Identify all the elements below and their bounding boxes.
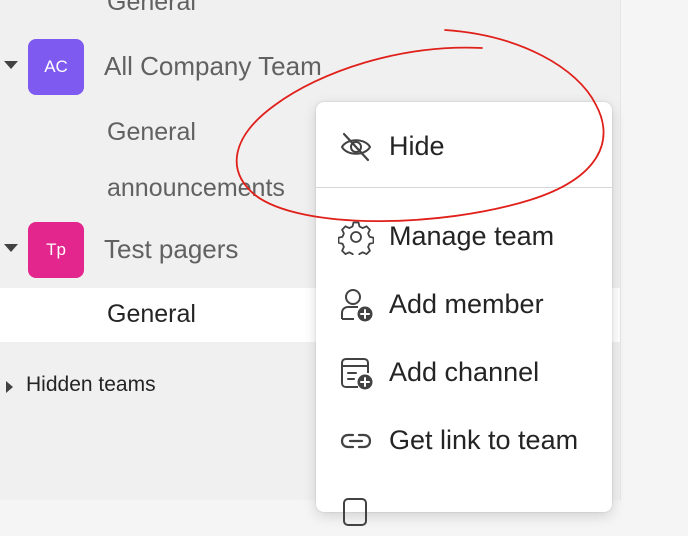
channel-general[interactable]: General (107, 118, 196, 147)
gear-icon (338, 221, 374, 255)
menu-divider (316, 187, 612, 188)
menu-item-label: Add member (389, 289, 544, 319)
menu-item-manage-team[interactable]: Manage team (316, 208, 612, 264)
channel-announcements[interactable]: announcements (107, 174, 285, 203)
eye-off-icon (340, 132, 372, 162)
add-channel-icon (341, 358, 373, 390)
menu-item-cut-off[interactable] (316, 480, 612, 536)
menu-item-icon (343, 498, 367, 526)
menu-item-add-channel[interactable]: Add channel (316, 344, 612, 400)
menu-item-label: Add channel (389, 357, 540, 387)
menu-item-label: Get link to team (389, 425, 579, 455)
team-context-menu: Hide Manage team Add member Add channel (316, 102, 612, 526)
chevron-right-icon (6, 381, 13, 393)
menu-item-label: Hide (389, 131, 445, 161)
menu-item-add-member[interactable]: Add member (316, 276, 612, 332)
menu-item-label: Manage team (389, 221, 555, 251)
team-avatar: Tp (28, 222, 84, 278)
channel-general[interactable]: General (107, 300, 196, 329)
team-name[interactable]: All Company Team (104, 51, 322, 82)
link-icon (340, 433, 372, 449)
hidden-teams-toggle[interactable]: Hidden teams (0, 370, 300, 402)
add-person-icon (341, 289, 373, 322)
menu-item-get-link[interactable]: Get link to team (316, 412, 612, 468)
channel-general-top[interactable]: General (107, 0, 196, 17)
chevron-down-icon[interactable] (4, 244, 18, 252)
team-avatar: AC (28, 39, 84, 95)
menu-item-hide[interactable]: Hide (316, 118, 612, 174)
main-pane (620, 0, 688, 500)
team-name[interactable]: Test pagers (104, 234, 238, 265)
team-all-company[interactable]: AC All Company Team (0, 39, 620, 95)
chevron-down-icon[interactable] (4, 61, 18, 69)
hidden-teams-label: Hidden teams (26, 373, 156, 396)
